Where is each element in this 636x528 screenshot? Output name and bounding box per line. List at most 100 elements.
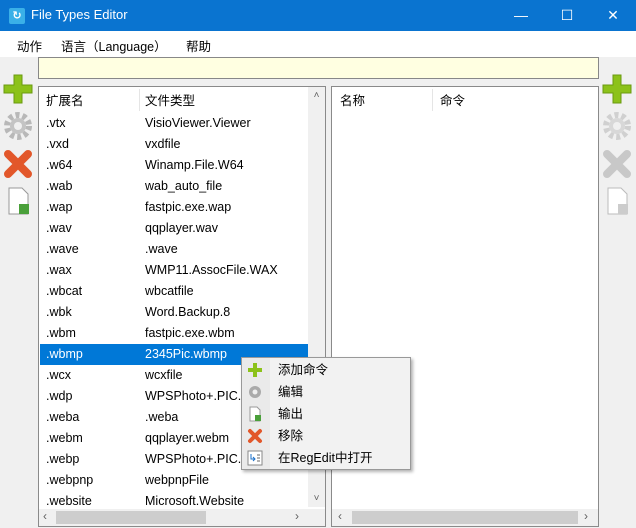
- minimize-button[interactable]: —: [498, 0, 544, 31]
- column-divider[interactable]: [432, 89, 433, 111]
- plus-icon: [602, 74, 632, 104]
- extension-cell: .webm: [46, 431, 83, 445]
- regedit-icon: [247, 450, 263, 466]
- file-type-cell: wbcatfile: [145, 284, 194, 298]
- add-command-button[interactable]: [600, 72, 634, 106]
- extension-cell: .weba: [46, 410, 80, 424]
- column-file-type[interactable]: 文件类型: [145, 89, 195, 113]
- table-row[interactable]: .wab wab_auto_file: [40, 176, 309, 197]
- scroll-right-button[interactable]: ›: [295, 509, 299, 523]
- remove-button[interactable]: [1, 147, 35, 181]
- table-row[interactable]: .vtx VisioViewer.Viewer: [40, 113, 309, 134]
- edit-command-button[interactable]: [600, 109, 634, 143]
- extension-cell: .webpnp: [46, 473, 94, 487]
- export-icon: [8, 187, 29, 215]
- context-menu: 添加命令 编辑 输出 移除 在RegEdit中打开: [241, 357, 411, 470]
- menu-item-export[interactable]: 输出: [244, 403, 408, 425]
- file-type-cell: vxdfile: [145, 137, 181, 151]
- scroll-thumb[interactable]: [352, 511, 578, 524]
- extension-cell: .wdp: [46, 389, 73, 403]
- remove-command-button[interactable]: [600, 147, 634, 181]
- menu-language[interactable]: 语言（Language）: [61, 36, 167, 55]
- file-type-cell: Winamp.File.W64: [145, 158, 244, 172]
- column-command[interactable]: 命令: [440, 89, 465, 113]
- remove-icon: [603, 150, 631, 178]
- extension-cell: .wbmp: [46, 347, 83, 361]
- menu-action[interactable]: 动作: [17, 36, 42, 55]
- export-icon: [247, 406, 263, 422]
- horizontal-scrollbar[interactable]: ‹ ›: [332, 509, 598, 526]
- maximize-button[interactable]: ☐: [544, 0, 590, 31]
- file-type-cell: VisioViewer.Viewer: [145, 116, 251, 130]
- extension-cell: .wbcat: [46, 284, 83, 298]
- table-row[interactable]: .wbcat wbcatfile: [40, 281, 309, 302]
- gear-icon: [4, 112, 32, 140]
- scroll-left-button[interactable]: ‹: [338, 509, 342, 523]
- extension-cell: .wbm: [46, 326, 76, 340]
- scroll-up-button[interactable]: ˄: [308, 87, 325, 104]
- file-type-cell: wab_auto_file: [145, 179, 223, 193]
- file-type-cell: webpnpFile: [145, 473, 209, 487]
- table-row[interactable]: .wave .wave: [40, 239, 309, 260]
- column-divider[interactable]: [139, 89, 140, 111]
- scroll-thumb[interactable]: [56, 511, 206, 524]
- menu-bar: 动作 语言（Language） 帮助: [0, 31, 636, 57]
- file-type-cell: .wave: [145, 242, 178, 256]
- export-command-button[interactable]: [600, 184, 634, 218]
- extension-cell: .vxd: [46, 137, 69, 151]
- plus-icon: [3, 74, 33, 104]
- file-type-cell: 2345Pic.wbmp: [145, 347, 227, 361]
- extension-cell: .w64: [46, 158, 73, 172]
- export-button[interactable]: [1, 184, 35, 218]
- extension-cell: .wax: [46, 263, 72, 277]
- edit-button[interactable]: [1, 109, 35, 143]
- add-button[interactable]: [1, 72, 35, 106]
- extension-cell: .wcx: [46, 368, 71, 382]
- table-row[interactable]: .wap fastpic.exe.wap: [40, 197, 309, 218]
- table-row[interactable]: .webpnp webpnpFile: [40, 470, 309, 491]
- table-row[interactable]: .wbk Word.Backup.8: [40, 302, 309, 323]
- file-type-cell: qqplayer.webm: [145, 431, 230, 445]
- menu-item-open-regedit[interactable]: 在RegEdit中打开: [244, 447, 408, 469]
- menu-item-remove[interactable]: 移除: [244, 425, 408, 447]
- table-row[interactable]: .wax WMP11.AssocFile.WAX: [40, 260, 309, 281]
- menu-help[interactable]: 帮助: [186, 36, 211, 55]
- menu-item-add-command[interactable]: 添加命令: [244, 359, 408, 381]
- extension-cell: .vtx: [46, 116, 66, 130]
- table-row[interactable]: .vxd vxdfile: [40, 134, 309, 155]
- column-name[interactable]: 名称: [340, 89, 365, 113]
- scroll-down-button[interactable]: ˅: [308, 490, 325, 507]
- scroll-right-button[interactable]: ›: [584, 509, 588, 523]
- title-bar: ↻ File Types Editor — ☐ ✕: [0, 0, 636, 31]
- remove-icon: [4, 150, 32, 178]
- gear-icon: [603, 112, 631, 140]
- table-row[interactable]: .w64 Winamp.File.W64: [40, 155, 309, 176]
- menu-item-edit[interactable]: 编辑: [244, 381, 408, 403]
- column-extension[interactable]: 扩展名: [46, 89, 84, 113]
- window-title: File Types Editor: [31, 7, 128, 22]
- file-type-cell: fastpic.exe.wap: [145, 200, 232, 214]
- file-type-cell: Word.Backup.8: [145, 305, 231, 319]
- extension-cell: .wave: [46, 242, 79, 256]
- plus-icon: [247, 362, 263, 378]
- remove-icon: [247, 428, 263, 444]
- gear-icon: [247, 384, 263, 400]
- file-type-cell: WMP11.AssocFile.WAX: [145, 263, 278, 277]
- file-type-cell: fastpic.exe.wbm: [145, 326, 235, 340]
- file-type-cell: wcxfile: [145, 368, 183, 382]
- app-icon: ↻: [9, 8, 25, 24]
- extension-cell: .wab: [46, 179, 73, 193]
- table-row[interactable]: .wav qqplayer.wav: [40, 218, 309, 239]
- close-button[interactable]: ✕: [590, 0, 636, 31]
- export-icon: [607, 187, 628, 215]
- file-type-cell: qqplayer.wav: [145, 221, 218, 235]
- path-input[interactable]: [38, 57, 599, 79]
- scroll-left-button[interactable]: ‹: [43, 509, 47, 523]
- file-type-cell: .weba: [145, 410, 179, 424]
- extension-cell: .webp: [46, 452, 80, 466]
- table-row[interactable]: .wbm fastpic.exe.wbm: [40, 323, 309, 344]
- extension-cell: .wap: [46, 200, 73, 214]
- horizontal-scrollbar[interactable]: ‹ ›: [39, 509, 325, 526]
- extension-cell: .wav: [46, 221, 72, 235]
- extension-cell: .wbk: [46, 305, 72, 319]
